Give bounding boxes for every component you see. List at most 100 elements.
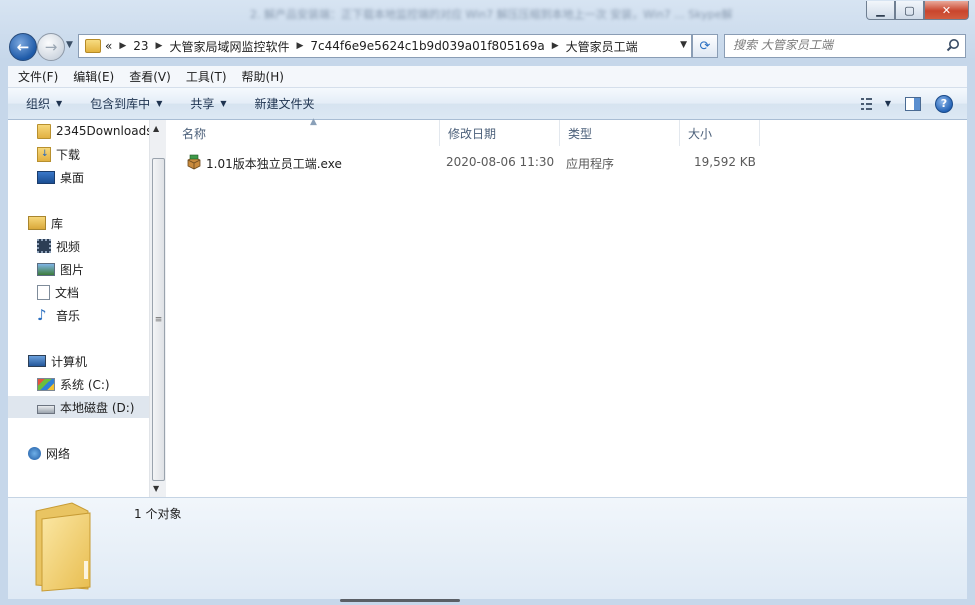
chevron-right-icon[interactable]: ▶ <box>156 41 163 51</box>
scrollbar-thumb[interactable]: ≡ <box>152 158 165 481</box>
details-pane: 1 个对象 <box>8 497 967 599</box>
navigation-pane: 2345Downloads ↓ 下载 桌面 库 视频 图片 文档 ♪ 音乐 计算… <box>8 120 149 497</box>
menu-edit[interactable]: 编辑(E) <box>63 68 119 85</box>
help-button[interactable]: ? <box>935 94 953 113</box>
nav-item-label: 库 <box>51 216 64 231</box>
refresh-icon: ⟳ <box>699 38 711 54</box>
nav-item-local-disk-d[interactable]: 本地磁盘 (D:) <box>8 396 149 418</box>
recent-pages-dropdown[interactable]: ▼ <box>66 40 73 50</box>
file-name: 1.01版本独立员工端.exe <box>206 157 342 171</box>
video-icon <box>37 239 51 253</box>
chevron-down-icon[interactable]: ▼ <box>680 40 687 50</box>
new-folder-label: 新建文件夹 <box>254 97 315 111</box>
network-icon <box>28 446 41 460</box>
minimize-button[interactable]: ▁ <box>866 1 895 20</box>
maximize-icon: ▢ <box>904 3 915 17</box>
nav-item-label: 文档 <box>55 285 80 300</box>
address-bar[interactable]: « ▶ 23 ▶ 大管家局域网监控软件 ▶ 7c44f6e9e5624c1b9d… <box>78 34 692 58</box>
pictures-icon <box>37 262 55 276</box>
chevron-right-icon[interactable]: ▶ <box>296 41 303 51</box>
chevron-right-icon[interactable]: ▶ <box>552 41 559 51</box>
nav-item-label: 视频 <box>56 239 81 254</box>
column-header-size[interactable]: 大小 <box>680 120 760 146</box>
scroll-up-icon[interactable]: ▲ <box>153 124 159 133</box>
nav-item-system-drive[interactable]: 系统 (C:) <box>8 373 149 395</box>
nav-item-desktop[interactable]: 桌面 <box>8 166 149 188</box>
column-header-name[interactable]: ▲ 名称 <box>174 117 440 146</box>
breadcrumb: « ▶ 23 ▶ 大管家局域网监控软件 ▶ 7c44f6e9e5624c1b9d… <box>105 38 638 55</box>
nav-item-label: 2345Downloads <box>56 124 149 138</box>
chevron-down-icon: ▼ <box>156 99 163 108</box>
details-view-icon <box>860 97 872 110</box>
scroll-down-icon[interactable]: ▼ <box>153 484 159 493</box>
preview-pane-button[interactable] <box>905 96 921 111</box>
nav-item-label: 桌面 <box>60 170 85 185</box>
refresh-button[interactable]: ⟳ <box>692 34 718 58</box>
chevron-down-icon[interactable]: ▼ <box>885 99 891 108</box>
share-label: 共享 <box>190 97 215 111</box>
close-button[interactable]: ✕ <box>924 1 969 20</box>
nav-item-label: 本地磁盘 (D:) <box>60 400 135 415</box>
downloads-icon: ↓ <box>37 146 51 162</box>
documents-icon <box>37 284 50 300</box>
forward-arrow-icon: → <box>44 38 58 56</box>
nav-item-label: 网络 <box>46 446 71 461</box>
organize-button[interactable]: 组织 ▼ <box>8 95 72 112</box>
search-box[interactable] <box>724 34 966 58</box>
nav-item-music[interactable]: ♪ 音乐 <box>8 304 149 326</box>
grip-icon: ≡ <box>154 314 163 325</box>
menu-help[interactable]: 帮助(H) <box>232 68 289 85</box>
help-icon: ? <box>935 94 953 113</box>
column-header-type[interactable]: 类型 <box>560 120 680 146</box>
search-icon[interactable] <box>946 38 960 52</box>
nav-item-label: 音乐 <box>56 308 81 323</box>
breadcrumb-item[interactable]: 23 <box>133 39 148 53</box>
column-header-label: 名称 <box>182 126 207 141</box>
nav-item-network[interactable]: 网络 <box>8 442 149 464</box>
file-list: ▲ 名称 修改日期 类型 大小 1.01版本独立员工端.exe 2020-08-… <box>166 117 967 497</box>
menu-bar: 文件(F) 编辑(E) 查看(V) 工具(T) 帮助(H) <box>8 66 967 88</box>
column-header-label: 修改日期 <box>448 126 497 141</box>
preview-pane-icon <box>905 96 921 111</box>
menu-file[interactable]: 文件(F) <box>8 68 63 85</box>
back-button[interactable]: ← <box>9 33 37 61</box>
navigation-pane-scrollbar[interactable]: ▲ ≡ ▼ <box>149 120 166 497</box>
breadcrumb-item-current[interactable]: 大管家员工端 <box>566 38 638 55</box>
forward-button[interactable]: → <box>37 33 65 61</box>
breadcrumb-item[interactable]: 7c44f6e9e5624c1b9d039a01f805169a <box>310 39 544 53</box>
nav-item-2345downloads[interactable]: 2345Downloads <box>8 120 149 142</box>
nav-item-downloads[interactable]: ↓ 下载 <box>8 143 149 165</box>
change-view-button[interactable]: ▼ <box>860 97 891 110</box>
sort-ascending-icon: ▲ <box>310 117 317 127</box>
nav-item-pictures[interactable]: 图片 <box>8 258 149 280</box>
chevron-right-icon[interactable]: ▶ <box>119 41 126 51</box>
breadcrumb-item[interactable]: 大管家局域网监控软件 <box>169 38 289 55</box>
file-type: 应用程序 <box>566 157 615 171</box>
chevron-down-icon: ▼ <box>56 99 63 108</box>
explorer-window: 2. 解产品安装端：正下载本地监控端的对应 Win7 解压压缩到本地上一次 安装… <box>0 0 975 605</box>
item-count: 1 个对象 <box>134 507 182 521</box>
nav-item-label: 系统 (C:) <box>60 377 110 392</box>
title-bar[interactable]: 2. 解产品安装端：正下载本地监控端的对应 Win7 解压压缩到本地上一次 安装… <box>0 0 975 28</box>
nav-item-libraries[interactable]: 库 <box>8 212 149 234</box>
nav-item-videos[interactable]: 视频 <box>8 235 149 257</box>
search-input[interactable] <box>725 35 939 55</box>
nav-item-label: 下载 <box>56 147 81 162</box>
file-size: 19,592 KB <box>694 155 756 169</box>
menu-tools[interactable]: 工具(T) <box>176 68 232 85</box>
window-controls: ▁ ▢ ✕ <box>866 1 969 20</box>
table-row[interactable]: 1.01版本独立员工端.exe 2020-08-06 11:30 应用程序 19… <box>180 151 760 173</box>
desktop-icon <box>37 170 55 184</box>
minimize-icon: ▁ <box>876 3 885 17</box>
chevron-down-icon: ▼ <box>220 99 227 108</box>
breadcrumb-overflow[interactable]: « <box>105 39 112 53</box>
share-button[interactable]: 共享 ▼ <box>172 95 236 112</box>
menu-view[interactable]: 查看(V) <box>119 68 176 85</box>
nav-item-computer[interactable]: 计算机 <box>8 350 149 372</box>
nav-item-documents[interactable]: 文档 <box>8 281 149 303</box>
new-folder-button[interactable]: 新建文件夹 <box>237 95 325 112</box>
music-icon: ♪ <box>37 306 47 324</box>
include-in-library-button[interactable]: 包含到库中 ▼ <box>72 95 172 112</box>
column-header-modified[interactable]: 修改日期 <box>440 120 560 146</box>
maximize-button[interactable]: ▢ <box>895 1 924 20</box>
